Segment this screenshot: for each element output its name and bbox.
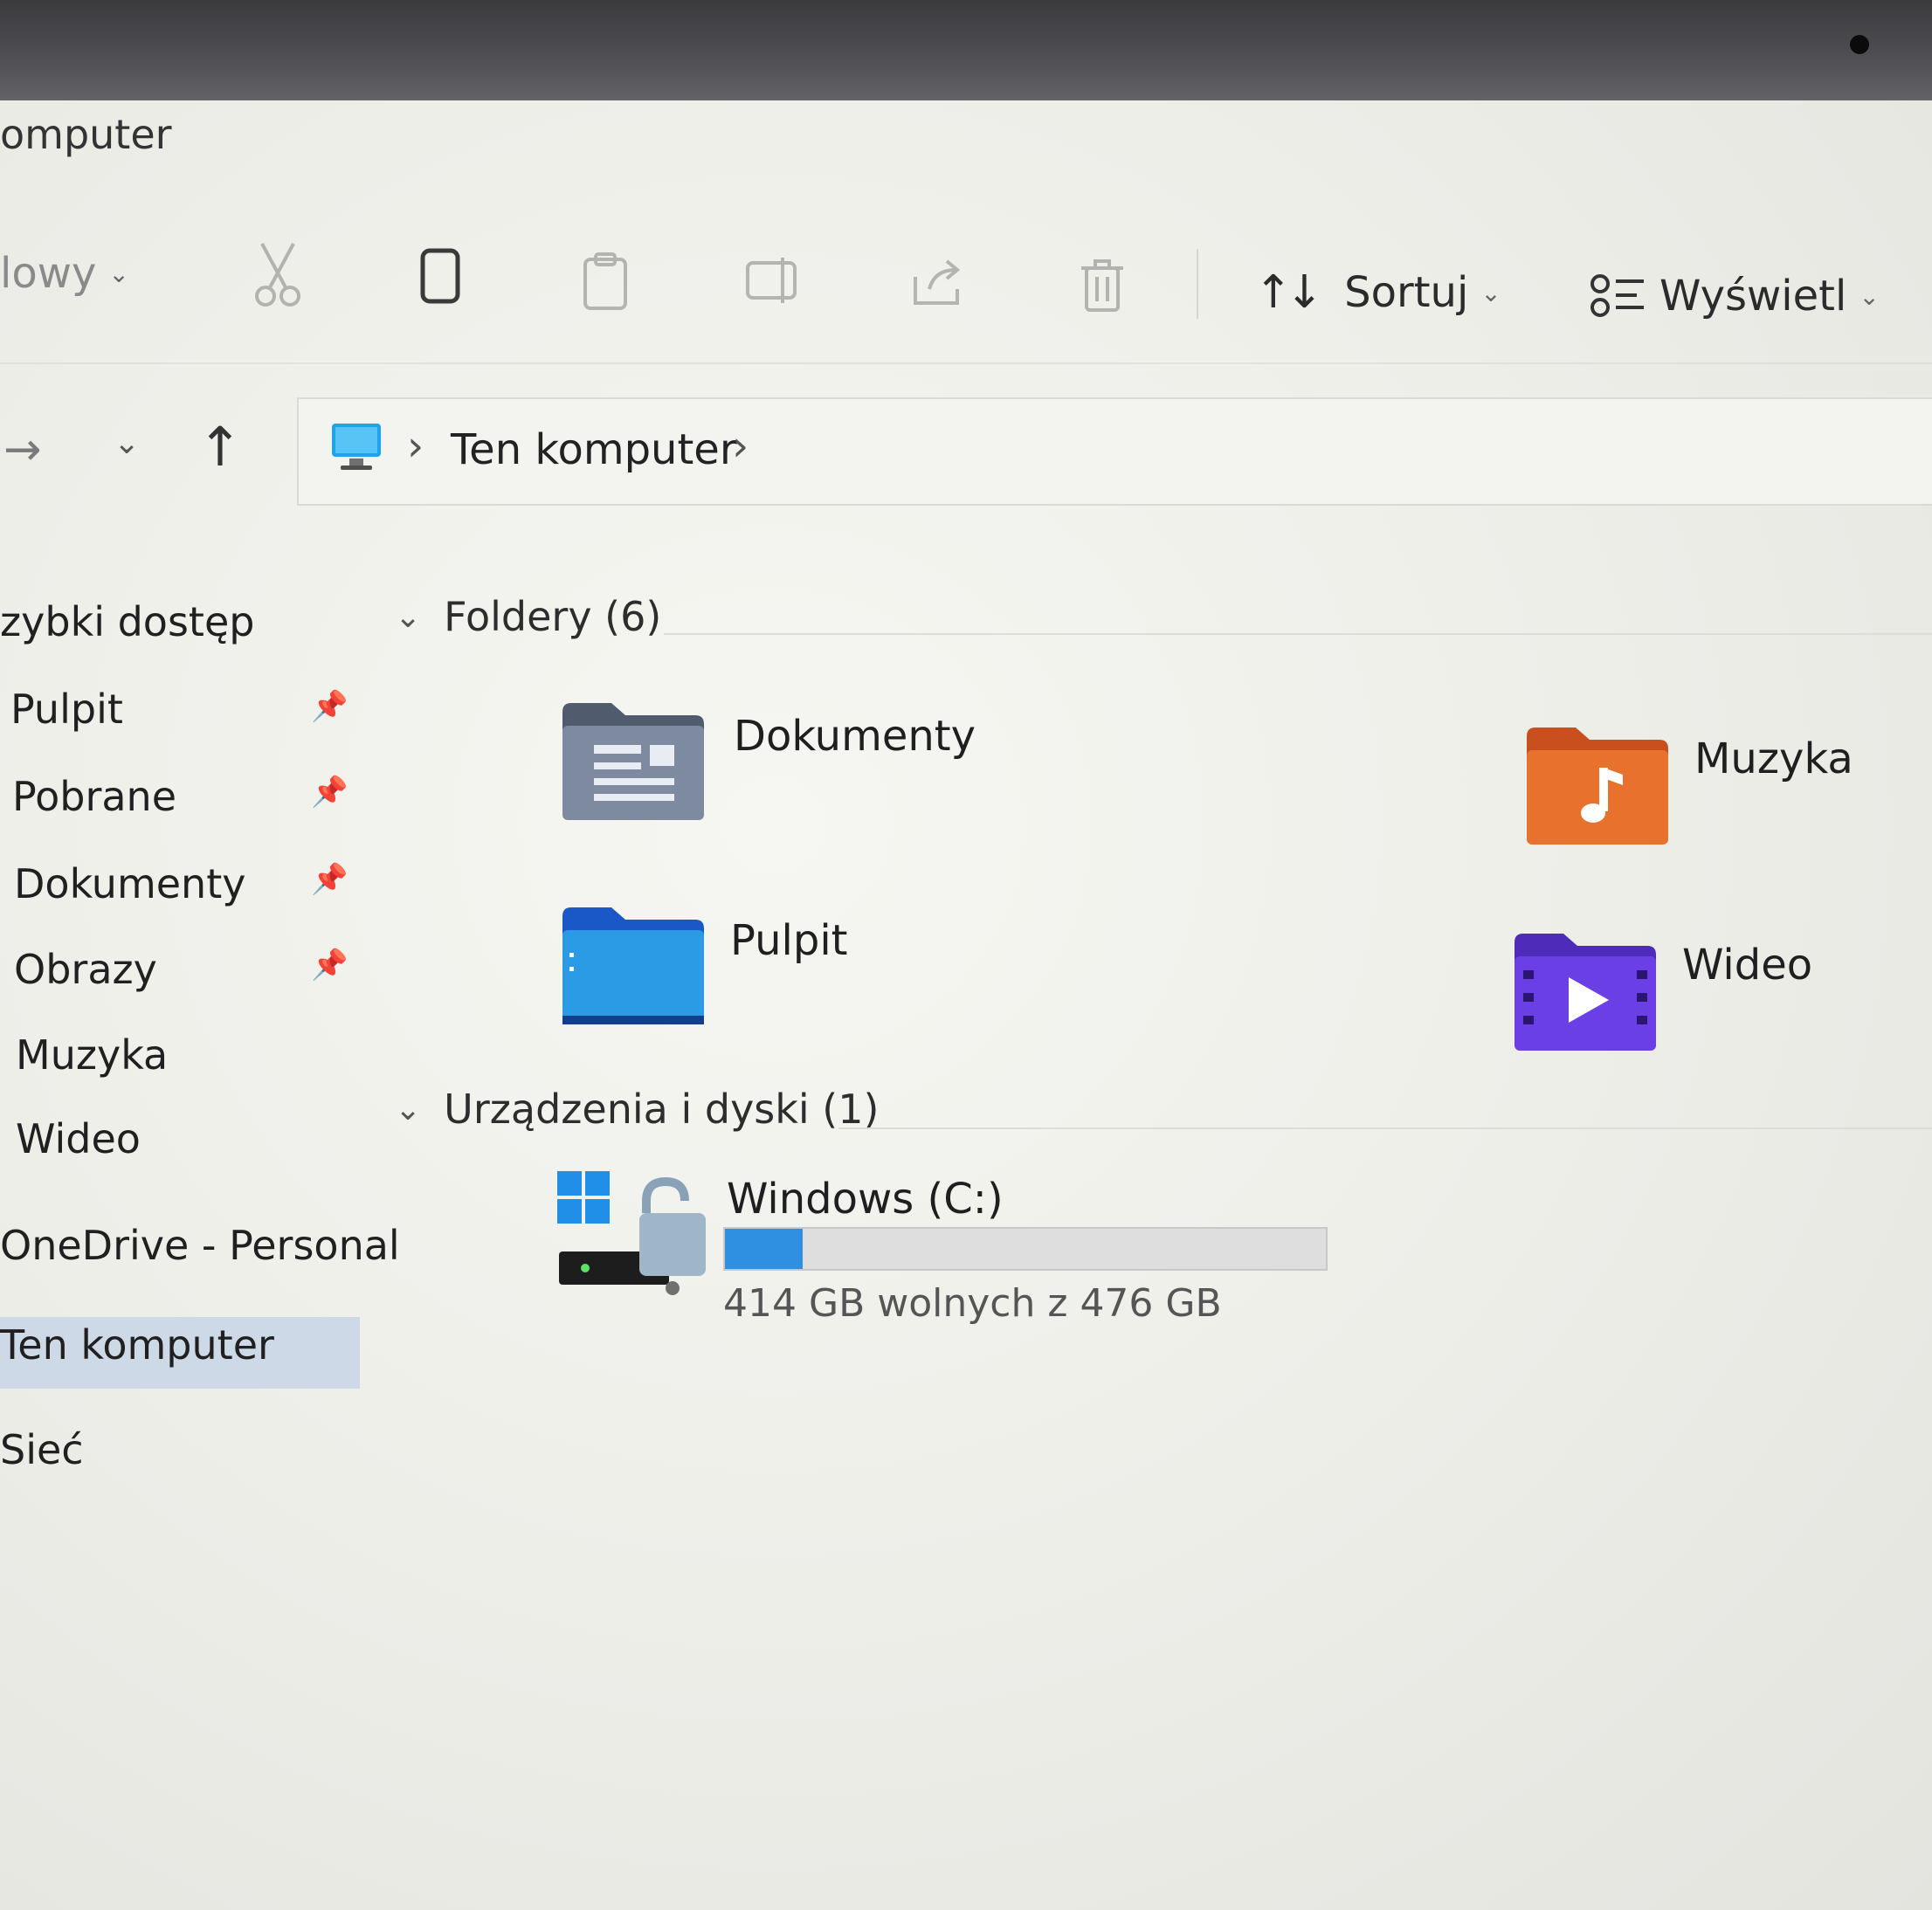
- sidebar-item-muzyka[interactable]: Muzyka: [16, 1031, 168, 1079]
- drive-label: Windows (C:): [727, 1175, 1004, 1224]
- sidebar-item-obrazy[interactable]: Obrazy: [14, 946, 157, 993]
- sidebar-item-pobrane[interactable]: Pobrane: [12, 773, 176, 820]
- folder-pulpit[interactable]: Pulpit: [559, 904, 847, 1030]
- view-icon: [1590, 274, 1644, 317]
- chevron-down-icon: ⌄: [1480, 278, 1501, 307]
- folder-label: Wideo: [1682, 941, 1813, 989]
- folder-label: Muzyka: [1694, 734, 1853, 783]
- explorer-window: omputer lowy ⌄ ↑↓ Sortuj ⌄ Wyświetl ⌄ → …: [0, 100, 1932, 1910]
- sidebar-quick-access[interactable]: zybki dostęp: [0, 598, 254, 645]
- video-folder-icon: [1515, 934, 1656, 1051]
- chevron-down-icon: ⌄: [1859, 281, 1880, 311]
- drive-free-space: 414 GB wolnych z 476 GB: [723, 1281, 1222, 1326]
- devices-group-header[interactable]: ⌄ Urządzenia i dyski (1): [395, 1086, 879, 1133]
- toolbar-divider: [1197, 249, 1198, 319]
- forward-button[interactable]: →: [3, 424, 42, 476]
- pin-icon: 📌: [311, 775, 348, 810]
- sort-label: Sortuj: [1344, 268, 1469, 317]
- folder-wideo[interactable]: Wideo: [1511, 930, 1812, 1056]
- cut-icon[interactable]: [252, 240, 304, 314]
- paste-icon[interactable]: [580, 251, 632, 315]
- folders-group-header[interactable]: ⌄ Foldery (6): [395, 593, 661, 640]
- desktop-folder-icon: [562, 907, 704, 1024]
- breadcrumb-this-pc[interactable]: Ten komputer: [451, 425, 737, 474]
- pin-icon: 📌: [311, 689, 348, 724]
- sidebar-item-dokumenty[interactable]: Dokumenty: [14, 860, 245, 907]
- up-button[interactable]: ↑: [197, 415, 243, 479]
- sort-button[interactable]: ↑↓ Sortuj ⌄: [1254, 266, 1501, 319]
- view-label: Wyświetl: [1659, 272, 1847, 321]
- folder-label: Dokumenty: [734, 712, 976, 761]
- windows-drive-icon: [557, 1171, 706, 1295]
- sidebar-this-pc[interactable]: Ten komputer: [0, 1321, 274, 1369]
- this-pc-icon: [332, 424, 381, 470]
- devices-group-title: Urządzenia i dyski (1): [444, 1086, 880, 1133]
- monitor-bezel: [0, 0, 1932, 105]
- documents-folder-icon: [562, 703, 704, 820]
- drive-c[interactable]: [554, 1168, 711, 1302]
- folder-dokumenty[interactable]: Dokumenty: [559, 700, 976, 825]
- window-title: omputer: [0, 111, 172, 158]
- recent-locations-button[interactable]: ⌄: [114, 425, 140, 461]
- folders-group-title: Foldery (6): [444, 593, 662, 640]
- folders-group-rule: [664, 633, 1932, 635]
- sidebar-onedrive[interactable]: OneDrive - Personal: [0, 1222, 400, 1269]
- rename-icon[interactable]: [744, 254, 802, 310]
- sidebar-network[interactable]: Sieć: [0, 1426, 84, 1473]
- chevron-down-icon: ⌄: [395, 598, 422, 635]
- drive-usage-fill: [725, 1229, 804, 1269]
- pin-icon: 📌: [311, 862, 348, 897]
- webcam: [1850, 35, 1869, 54]
- devices-group-rule: [838, 1127, 1932, 1129]
- copy-icon[interactable]: [417, 247, 466, 312]
- folder-label: Pulpit: [730, 916, 848, 965]
- view-button[interactable]: Wyświetl ⌄: [1590, 272, 1880, 321]
- breadcrumb-chevron[interactable]: ›: [732, 422, 749, 471]
- music-folder-icon: [1527, 727, 1668, 845]
- share-icon[interactable]: [910, 256, 966, 312]
- sort-icon: ↑↓: [1254, 266, 1323, 319]
- new-button[interactable]: lowy ⌄: [0, 249, 129, 298]
- sidebar-item-wideo[interactable]: Wideo: [16, 1115, 141, 1162]
- toolbar-separator: [0, 362, 1932, 364]
- chevron-down-icon: ⌄: [395, 1091, 422, 1127]
- breadcrumb-separator: ›: [407, 422, 424, 471]
- drive-usage-bar: [723, 1227, 1328, 1271]
- chevron-down-icon: ⌄: [108, 259, 129, 288]
- new-label: lowy: [0, 249, 97, 298]
- folder-muzyka[interactable]: Muzyka: [1523, 724, 1853, 850]
- address-bar[interactable]: › Ten komputer ›: [297, 397, 1932, 506]
- delete-icon[interactable]: [1078, 258, 1127, 317]
- sidebar-item-pulpit[interactable]: Pulpit: [10, 686, 123, 733]
- pin-icon: 📌: [311, 948, 348, 983]
